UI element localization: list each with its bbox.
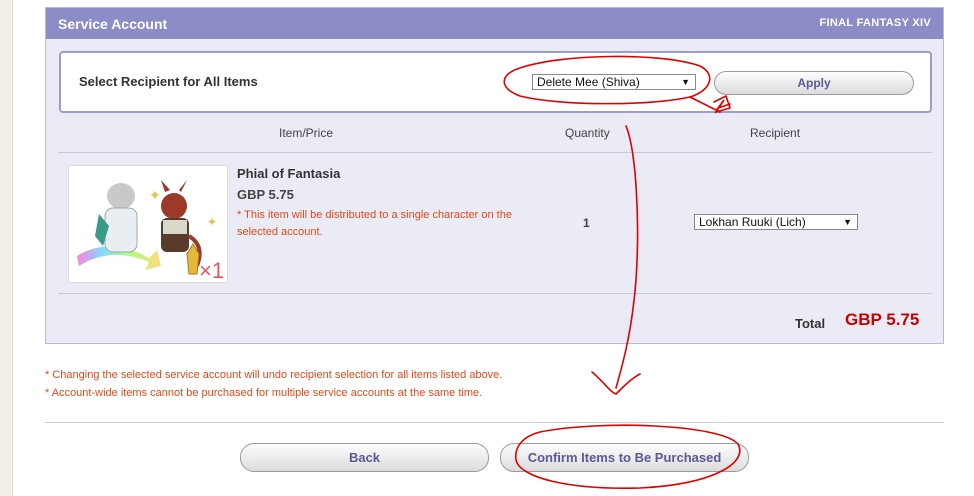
column-header-recipient: Recipient [750,126,801,140]
left-page-margin [0,0,13,496]
item-distribution-note: * This item will be distributed to a sin… [237,209,512,238]
notice-service-account: * Changing the selected service account … [45,369,503,381]
column-header-quantity: Quantity [565,126,610,140]
buttons-divider [45,422,944,423]
panel-title: Service Account [58,16,168,32]
item-recipient-selected-value: Lokhan Ruuki (Lich) [699,215,806,229]
svg-text:✦: ✦ [149,187,161,203]
recipient-all-box: Select Recipient for All Items Delete Me… [59,51,932,113]
recipient-all-select[interactable]: Delete Mee (Shiva) ▼ [532,74,696,90]
column-header-item-price: Item/Price [279,126,334,140]
recipient-all-selected-value: Delete Mee (Shiva) [537,75,640,89]
product-image: ✦ ✦ ×1 [68,165,228,283]
total-label: Total [795,316,826,331]
table-footer-divider [58,293,932,294]
service-account-panel: Service Account FINAL FANTASY XIV Select… [45,7,944,344]
panel-header: Service Account FINAL FANTASY XIV [46,8,943,39]
notice-account-wide: * Account-wide items cannot be purchased… [45,387,483,399]
item-price: GBP 5.75 [237,187,294,202]
dropdown-arrow-icon: ▼ [681,77,690,87]
annotation-arrow-head [591,371,641,395]
quantity-badge-text: ×1 [199,258,224,282]
confirm-purchase-button[interactable]: Confirm Items to Be Purchased [500,443,749,472]
item-quantity: 1 [583,216,590,230]
item-recipient-select[interactable]: Lokhan Ruuki (Lich) ▼ [694,214,858,230]
item-name: Phial of Fantasia [237,166,341,181]
total-value: GBP 5.75 [845,310,920,329]
game-title: FINAL FANTASY XIV [819,17,931,29]
back-button[interactable]: Back [240,443,489,472]
dropdown-arrow-icon: ▼ [843,217,852,227]
table-header-divider [58,152,932,153]
recipient-all-label: Select Recipient for All Items [79,74,258,89]
svg-text:✦: ✦ [207,215,217,229]
apply-button[interactable]: Apply [714,71,914,95]
